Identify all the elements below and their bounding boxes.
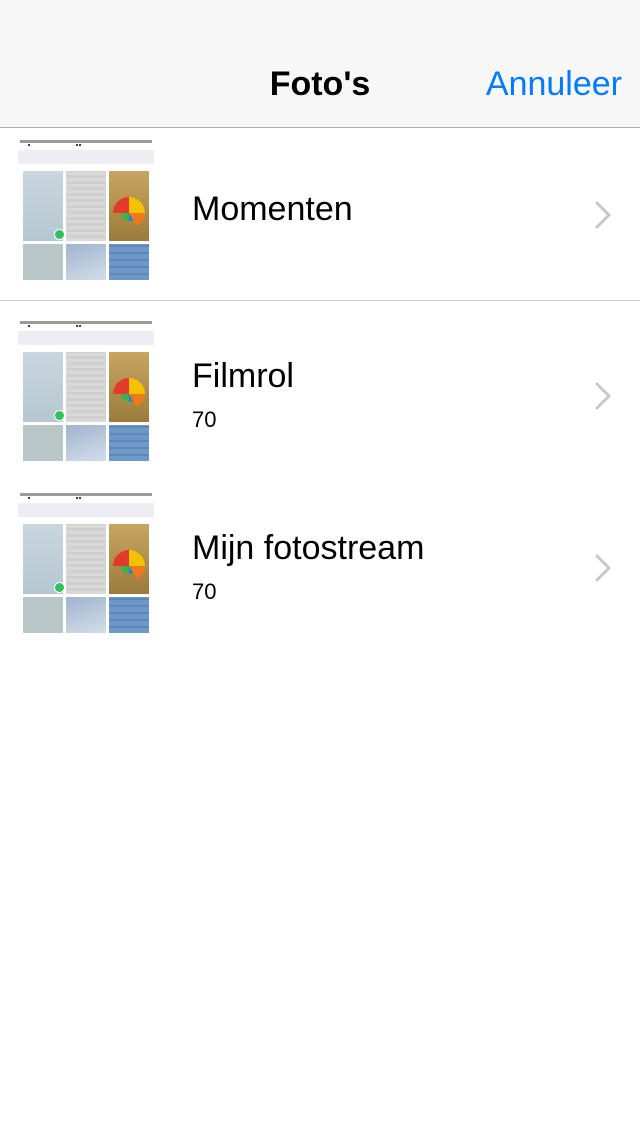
album-name: Momenten — [192, 190, 353, 228]
chevron-right-icon — [595, 201, 611, 229]
chevron-right-icon — [595, 554, 611, 582]
album-list: Momenten Filmrol 70 Mijn fotostream 70 — [0, 129, 640, 645]
album-name: Filmrol — [192, 357, 294, 395]
album-row-mijn-fotostream[interactable]: Mijn fotostream 70 — [0, 473, 640, 645]
check-badge-icon — [54, 229, 65, 240]
chevron-right-icon — [595, 382, 611, 410]
umbrella-photo — [113, 550, 145, 579]
album-row-filmrol[interactable]: Filmrol 70 — [0, 301, 640, 473]
check-badge-icon — [54, 410, 65, 421]
album-count: 70 — [192, 407, 217, 432]
navigation-bar: Foto's Annuleer — [0, 0, 640, 128]
album-count: 70 — [192, 579, 217, 604]
cancel-button[interactable]: Annuleer — [486, 62, 622, 106]
umbrella-photo — [113, 197, 145, 226]
album-thumbnail — [18, 321, 154, 463]
check-badge-icon — [54, 582, 65, 593]
umbrella-photo — [113, 378, 145, 407]
album-name: Mijn fotostream — [192, 529, 425, 567]
album-thumbnail — [18, 493, 154, 635]
album-thumbnail — [18, 140, 154, 282]
album-row-momenten[interactable]: Momenten — [0, 129, 640, 301]
